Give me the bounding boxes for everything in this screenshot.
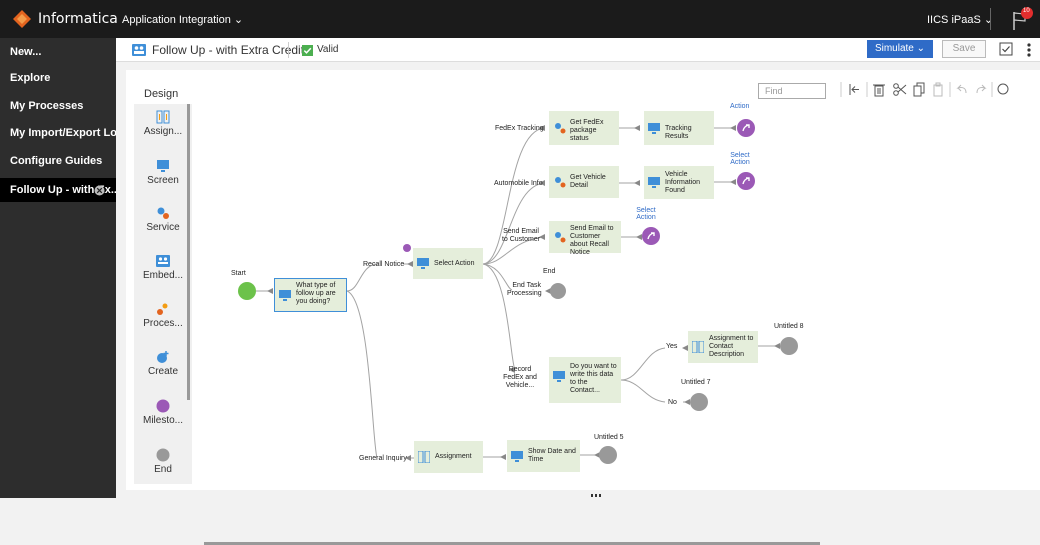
- step-label: What type of follow up are you doing?: [296, 282, 336, 305]
- step-tracking-results[interactable]: Tracking Results: [644, 111, 714, 145]
- label-yes: Yes: [666, 343, 678, 350]
- step-label: Get FedEx package status: [570, 119, 604, 142]
- flow-connectors: [256, 125, 780, 461]
- service-icon: [555, 123, 566, 134]
- screen-icon: [648, 177, 660, 188]
- end-label: End: [543, 268, 556, 275]
- label-untitled-8: Untitled 8: [774, 323, 804, 330]
- arrow-up-right-icon: [647, 232, 655, 240]
- arrow-up-right-icon: [742, 124, 750, 132]
- screen-icon: [553, 371, 565, 382]
- assignment-icon: [692, 341, 704, 353]
- step-assignment-contact[interactable]: Assignment to Contact Description: [688, 331, 758, 363]
- assignment-icon: [418, 451, 430, 463]
- step-label: Tracking Results: [665, 125, 692, 140]
- milestone-marker: [403, 244, 411, 252]
- end-node-untitled-8[interactable]: [780, 337, 798, 355]
- label-no: No: [668, 399, 677, 406]
- step-do-you-want[interactable]: Do you want to write this data to the Co…: [549, 357, 621, 403]
- step-assignment[interactable]: Assignment: [414, 441, 483, 473]
- label-end-task-processing: End Task Processing: [507, 282, 542, 297]
- end-node[interactable]: [550, 283, 566, 299]
- screen-icon: [279, 290, 291, 301]
- label-untitled-7: Untitled 7: [681, 379, 711, 386]
- end-node-untitled-5[interactable]: [599, 446, 617, 464]
- end-node-untitled-7[interactable]: [690, 393, 708, 411]
- step-select-action[interactable]: Select Action: [413, 248, 483, 279]
- arrow-up-right-icon: [742, 177, 750, 185]
- flow-canvas[interactable]: Start What type of follow up are you doi…: [0, 0, 1040, 498]
- step-label: Show Date and Time: [528, 448, 576, 463]
- step-get-fedex[interactable]: Get FedEx package status: [549, 111, 619, 145]
- start-node[interactable]: [238, 282, 256, 300]
- step-what-type-follow-up[interactable]: What type of follow up are you doing?: [274, 278, 347, 312]
- jump-node[interactable]: [642, 227, 660, 245]
- service-icon: [555, 232, 566, 243]
- step-get-vehicle[interactable]: Get Vehicle Detail: [549, 166, 619, 198]
- step-label: Select Action: [434, 260, 475, 267]
- label-fedex-tracking: FedEx Tracking: [495, 125, 544, 132]
- step-label: Assignment: [435, 453, 472, 460]
- step-send-email[interactable]: Send Email to Customer about Recall Noti…: [549, 221, 621, 256]
- label-record-fedex: Record FedEx and Vehicle...: [503, 366, 537, 389]
- start-label: Start: [231, 270, 246, 277]
- step-label: Do you want to write this data to the Co…: [570, 363, 617, 394]
- label-send-email-to-customer: Send Email to Customer: [501, 228, 541, 243]
- link-action[interactable]: Action: [730, 103, 749, 110]
- step-label: Vehicle Information Found: [665, 171, 701, 194]
- label-general-inquiry: General Inquiry: [359, 455, 407, 462]
- step-vehicle-info[interactable]: Vehicle Information Found: [644, 166, 714, 199]
- service-icon: [555, 177, 566, 188]
- label-automobile-info: Automobile Info: [494, 180, 543, 187]
- step-label: Get Vehicle Detail: [570, 174, 606, 189]
- jump-node[interactable]: [737, 172, 755, 190]
- step-show-date[interactable]: Show Date and Time: [507, 440, 580, 472]
- screen-icon: [417, 258, 429, 269]
- jump-node[interactable]: [737, 119, 755, 137]
- step-label: Send Email to Customer about Recall Noti…: [570, 225, 614, 256]
- link-select-action-2[interactable]: Select Action: [636, 207, 656, 221]
- link-select-action[interactable]: Select Action: [730, 152, 750, 166]
- screen-icon: [648, 123, 660, 134]
- resize-handle-icon[interactable]: [591, 494, 601, 498]
- label-untitled-5: Untitled 5: [594, 434, 624, 441]
- step-label: Assignment to Contact Description: [709, 335, 754, 358]
- screen-icon: [511, 451, 523, 462]
- label-recall-notice: Recall Notice: [363, 261, 405, 268]
